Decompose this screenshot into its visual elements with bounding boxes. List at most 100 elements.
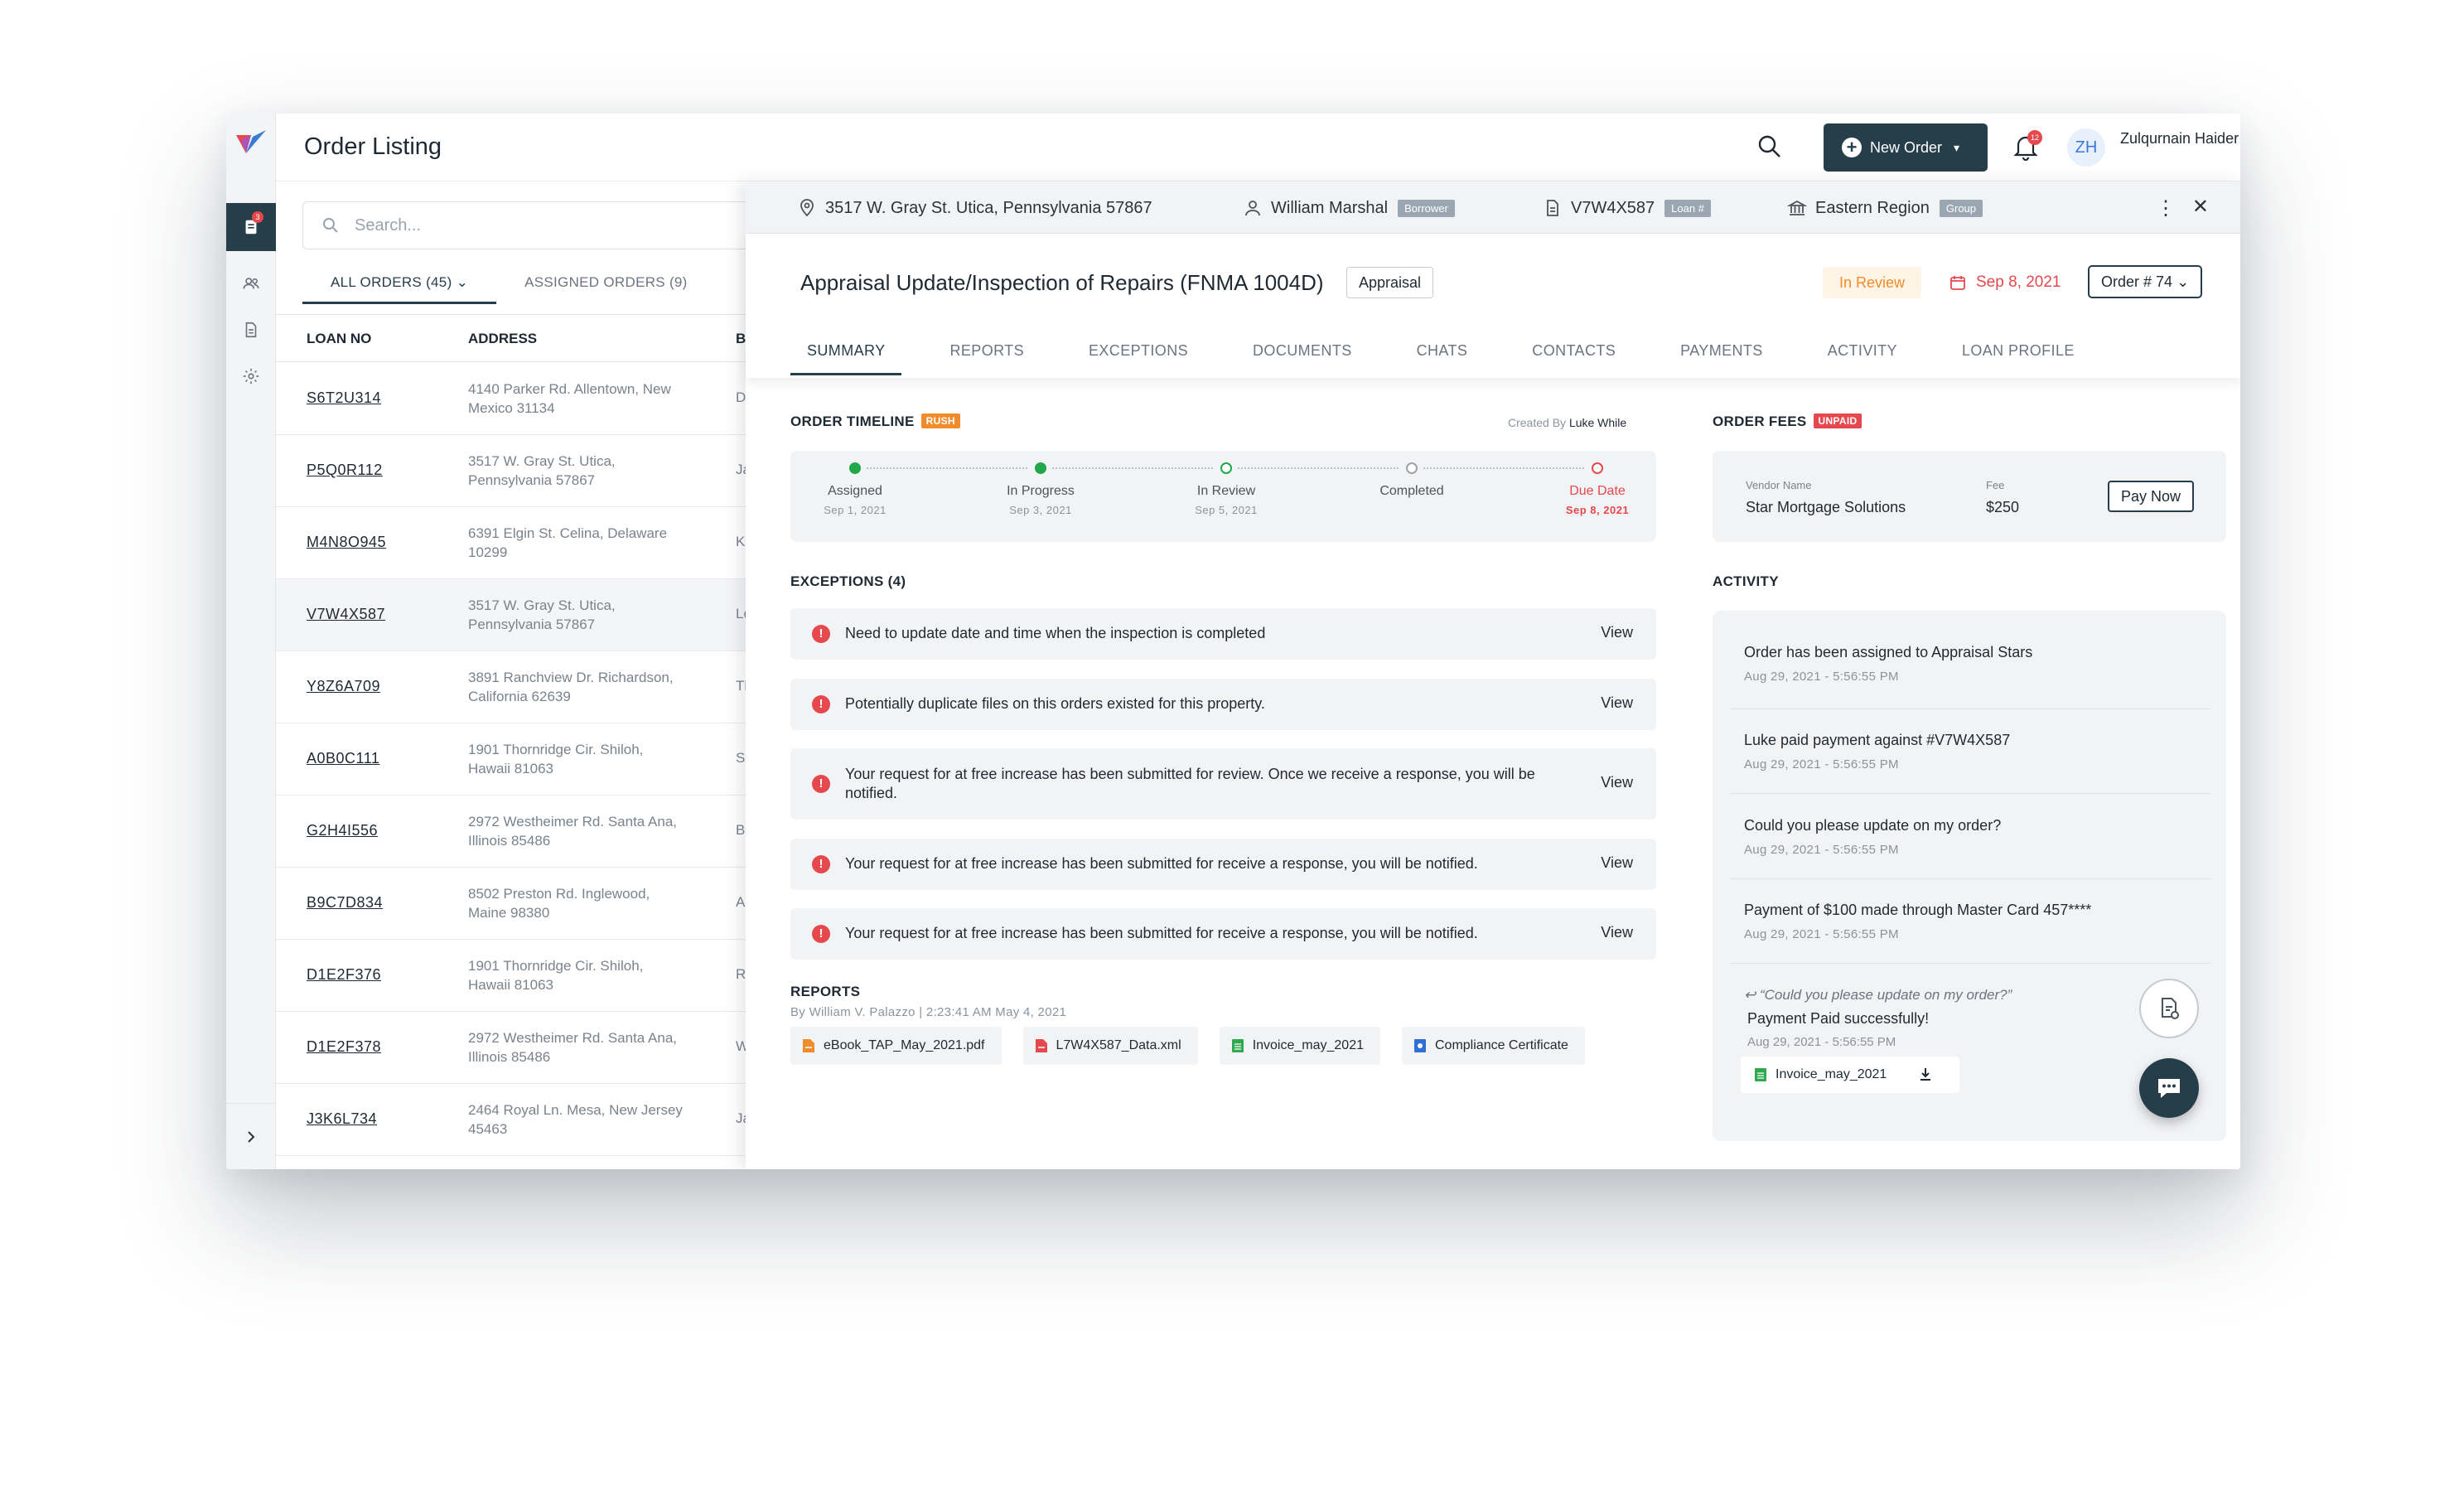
activity-item: Could you please update on my order? Aug… [1744, 817, 2208, 857]
settings-icon [243, 368, 259, 385]
sidebar-item-settings[interactable] [226, 352, 276, 400]
address-cell: 2972 Westheimer Rd. Santa Ana, Illinois … [468, 1030, 678, 1065]
chevron-down-icon: ▾ [1954, 140, 1960, 154]
loan-number-link[interactable]: D1E2F378 [307, 1038, 381, 1056]
loan-number-link[interactable]: M4N8O945 [307, 534, 386, 551]
location-pin-icon [800, 199, 814, 217]
more-options-icon[interactable]: ⋮ [2156, 196, 2176, 220]
table-row[interactable]: A0B0C111 1901 Thornridge Cir. Shiloh, Haw… [276, 723, 806, 796]
table-row[interactable]: G2H4I556 2972 Westheimer Rd. Santa Ana, I… [276, 796, 806, 868]
notifications-button[interactable]: 12 [2009, 130, 2042, 163]
search-icon [1758, 135, 1780, 157]
table-row-selected[interactable]: V7W4X587 3517 W. Gray St. Utica, Pennsylv… [276, 579, 806, 651]
report-file[interactable]: L7W4X587_Data.xml [1022, 1027, 1198, 1065]
order-fees-card: Vendor Name Star Mortgage Solutions Fee … [1713, 451, 2226, 542]
tab-documents[interactable]: DOCUMENTS [1236, 331, 1369, 375]
view-exception-link[interactable]: View [1601, 694, 1633, 712]
loan-number-link[interactable]: J3K6L734 [307, 1110, 377, 1128]
loan-number-link[interactable]: D1E2F376 [307, 966, 381, 984]
exception-text: Potentially duplicate files on this orde… [845, 695, 1265, 712]
activity-item: Payment of $100 made through Master Card… [1744, 902, 2208, 941]
expand-sidebar-button[interactable] [226, 1103, 276, 1169]
table-row[interactable]: B9C7D834 8502 Preston Rd. Inglewood, Main… [276, 868, 806, 940]
table-row[interactable]: P5Q0R112 3517 W. Gray St. Utica, Pennsylv… [276, 435, 806, 507]
column-loan-no[interactable]: LOAN NO [307, 331, 371, 347]
loan-number-link[interactable]: B9C7D834 [307, 894, 383, 912]
sidebar-item-orders[interactable]: 3 [226, 203, 276, 251]
view-exception-link[interactable]: View [1601, 624, 1633, 641]
exception-text: Your request for at free increase has be… [845, 766, 1535, 801]
sidebar-item-users[interactable] [226, 259, 276, 307]
tab-activity[interactable]: ACTIVITY [1811, 331, 1914, 375]
table-row[interactable]: Y8Z6A709 3891 Ranchview Dr. Richardson, C… [276, 651, 806, 723]
table-row[interactable]: D1E2F376 1901 Thornridge Cir. Shiloh, Haw… [276, 940, 806, 1012]
tab-contacts[interactable]: CONTACTS [1515, 331, 1632, 375]
report-file[interactable]: eBook_TAP_May_2021.pdf [790, 1027, 1002, 1065]
exception-item: ! Potentially duplicate files on this or… [790, 679, 1656, 730]
loan-number-link[interactable]: A0B0C111 [307, 750, 379, 767]
alert-icon: ! [812, 925, 830, 943]
tab-exceptions[interactable]: EXCEPTIONS [1072, 331, 1205, 375]
loan-number-link[interactable]: P5Q0R112 [307, 462, 383, 479]
table-row[interactable]: S6T2U314 4140 Parker Rd. Allentown, New M… [276, 363, 806, 435]
view-exception-link[interactable]: View [1601, 774, 1633, 791]
app-logo[interactable] [234, 128, 268, 162]
alert-icon: ! [812, 625, 830, 643]
avatar[interactable]: ZH [2067, 128, 2105, 167]
sidebar: 3 [226, 114, 276, 1169]
report-file[interactable]: Compliance Certificate [1402, 1027, 1585, 1065]
view-exception-link[interactable]: View [1601, 854, 1633, 872]
loan-number-link[interactable]: Y8Z6A709 [307, 678, 380, 695]
column-address[interactable]: ADDRESS [468, 331, 537, 347]
step-label: In Review [1196, 484, 1256, 498]
spreadsheet-file-icon [1231, 1039, 1244, 1052]
attachment-chip[interactable]: Invoice_may_2021 [1741, 1057, 1959, 1093]
spreadsheet-file-icon [1755, 1068, 1766, 1081]
sidebar-item-documents[interactable] [226, 306, 276, 354]
tab-summary[interactable]: SUMMARY [790, 331, 902, 375]
user-name[interactable]: Zulqurnain Haider [2120, 130, 2239, 148]
certificate-file-icon [1414, 1039, 1426, 1052]
tab-assigned-orders[interactable]: ASSIGNED ORDERS (9) [496, 264, 716, 304]
pay-now-button[interactable]: Pay Now [2108, 481, 2195, 512]
download-icon[interactable] [1918, 1066, 1933, 1081]
address-cell: 3517 W. Gray St. Utica, Pennsylvania 578… [468, 597, 616, 632]
exception-item: ! Your request for at free increase has … [790, 748, 1656, 820]
search-input[interactable]: Search... [302, 201, 800, 249]
table-row[interactable]: M4N8O945 6391 Elgin St. Celina, Delaware … [276, 507, 806, 579]
reply-quote: ↩ “Could you please update on my order?” [1744, 987, 2012, 1004]
tab-loan-profile[interactable]: LOAN PROFILE [1945, 331, 2091, 375]
step-due-dot [1592, 462, 1603, 474]
close-icon[interactable]: ✕ [2192, 195, 2209, 219]
activity-divider [1731, 878, 2210, 879]
tab-reports[interactable]: REPORTS [933, 331, 1041, 375]
calendar-icon [1950, 276, 1965, 290]
info-borrower-name: William Marshal [1271, 198, 1389, 217]
loan-number-link[interactable]: S6T2U314 [307, 389, 381, 407]
order-detail-panel: 3517 W. Gray St. Utica, Pennsylvania 578… [746, 181, 2240, 1169]
table-row[interactable]: D1E2F378 2972 Westheimer Rd. Santa Ana, I… [276, 1012, 806, 1084]
view-exception-link[interactable]: View [1601, 924, 1633, 941]
step-date: Sep 3, 2021 [1009, 504, 1072, 516]
reply-text: Payment Paid successfully! [1747, 1010, 1930, 1027]
activity-divider [1731, 793, 2210, 794]
address-cell: 1901 Thornridge Cir. Shiloh, Hawaii 8106… [468, 958, 644, 993]
address-cell: 2464 Royal Ln. Mesa, New Jersey 45463 [468, 1102, 683, 1137]
activity-feed: Order has been assigned to Appraisal Sta… [1713, 611, 2226, 1141]
table-row[interactable]: J3K6L734 2464 Royal Ln. Mesa, New Jersey … [276, 1084, 806, 1156]
attach-document-button[interactable] [2139, 979, 2199, 1038]
step-label: In Progress [1007, 484, 1075, 498]
loan-number-link[interactable]: V7W4X587 [307, 606, 385, 623]
report-file[interactable]: Invoice_may_2021 [1219, 1027, 1380, 1065]
chat-button[interactable] [2139, 1058, 2199, 1118]
exception-item: ! Need to update date and time when the … [790, 608, 1656, 660]
search-button[interactable] [1755, 132, 1785, 162]
tab-payments[interactable]: PAYMENTS [1664, 331, 1780, 375]
tab-chats[interactable]: CHATS [1400, 331, 1485, 375]
loan-number-link[interactable]: G2H4I556 [307, 822, 378, 839]
exceptions-title: EXCEPTIONS (4) [790, 573, 906, 589]
tab-all-orders[interactable]: ALL ORDERS (45) ⌄ [302, 264, 497, 304]
order-number-select[interactable]: Order # 74 ⌄ [2088, 265, 2203, 298]
timeline-step: In Progress Sep 3, 2021 [983, 462, 1099, 516]
new-order-button[interactable]: + New Order ▾ [1824, 123, 1988, 172]
